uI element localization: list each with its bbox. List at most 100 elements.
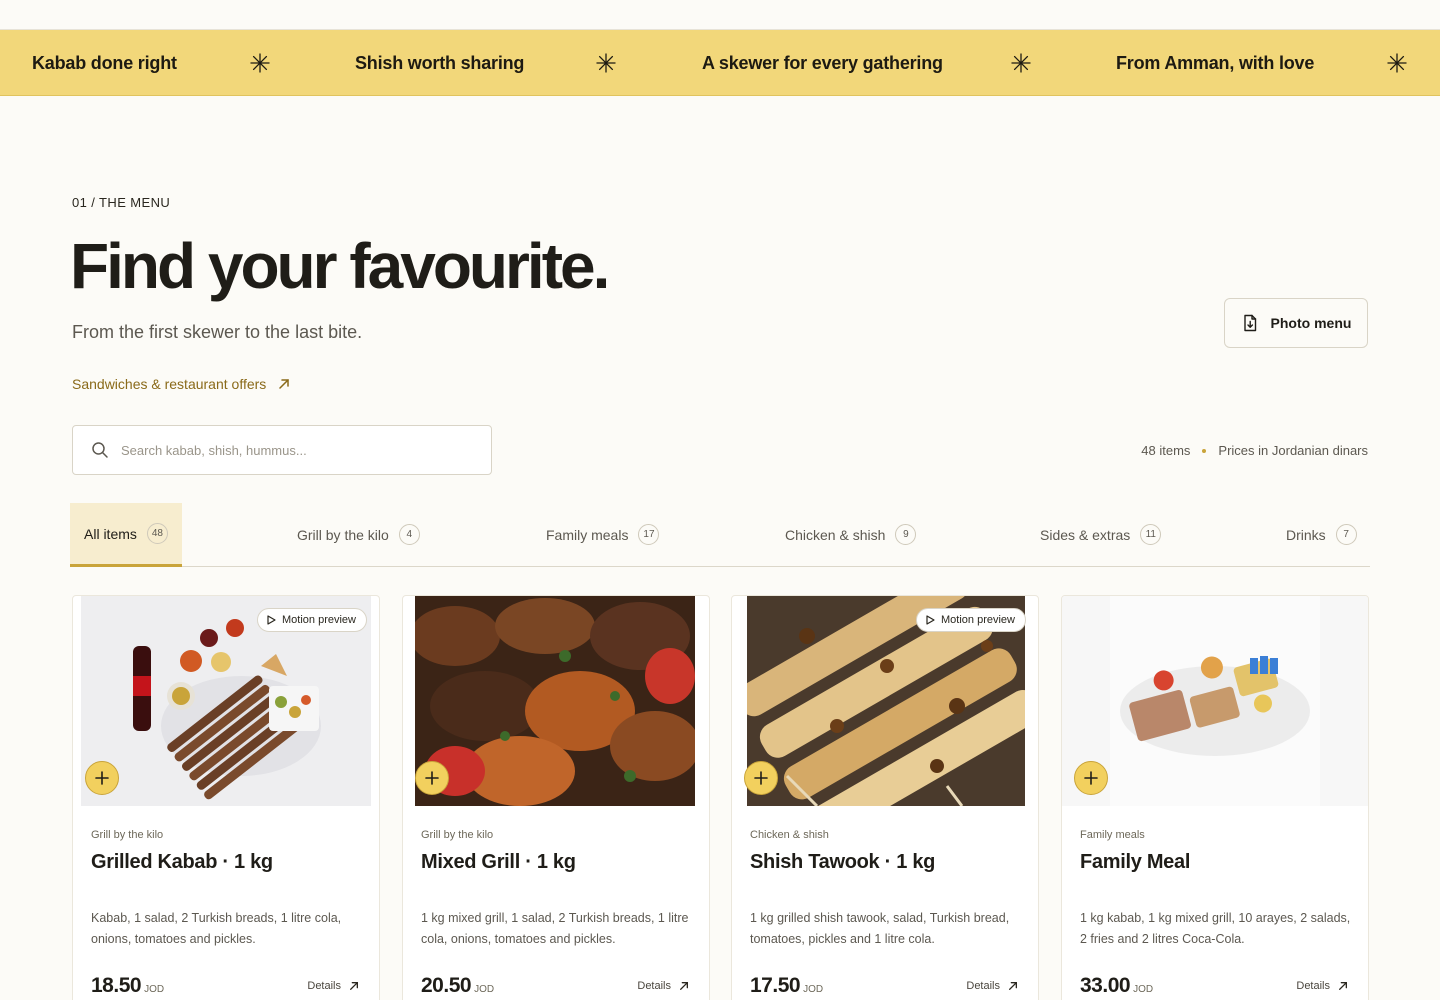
menu-card[interactable]: Motion preview Chicken & shish Shish Taw… <box>731 595 1039 1000</box>
price-value: 18.50 <box>91 974 142 997</box>
asterisk-icon <box>250 53 270 73</box>
plus-icon <box>95 771 109 785</box>
tab-label: Chicken & shish <box>785 526 886 543</box>
price-value: 20.50 <box>421 974 472 997</box>
tab-label: Sides & extras <box>1040 526 1131 543</box>
menu-card[interactable]: Grill by the kilo Mixed Grill · 1 kg 1 k… <box>402 595 710 1000</box>
arrow-up-right-icon <box>350 982 358 990</box>
tab-label: Grill by the kilo <box>297 526 389 543</box>
add-to-cart-button[interactable] <box>85 761 119 795</box>
top-header-strip <box>0 0 1440 30</box>
tab-count: 48 <box>146 523 168 544</box>
tab-label: All items <box>84 525 137 542</box>
items-count: 48 items <box>1141 443 1191 458</box>
card-price: 20.50 JOD <box>421 974 494 998</box>
tab-count: 11 <box>1140 524 1162 545</box>
price-value: 33.00 <box>1080 974 1131 997</box>
asterisk-icon <box>1011 53 1031 73</box>
card-price: 33.00 JOD <box>1080 974 1153 998</box>
price-currency: JOD <box>803 984 824 995</box>
tab-sides-extras[interactable]: Sides & extras 11 <box>1040 503 1162 566</box>
details-label: Details <box>1296 980 1330 992</box>
ticker-message: Shish worth sharing <box>355 53 525 73</box>
tab-all-items[interactable]: All items 48 <box>70 503 182 567</box>
play-icon <box>267 615 276 625</box>
card-title: Mixed Grill · 1 kg <box>421 851 576 873</box>
search-box <box>72 425 492 475</box>
photo-menu-label: Photo menu <box>1270 315 1352 331</box>
ticker-message: A skewer for every gathering <box>702 53 943 73</box>
asterisk-icon <box>596 53 616 73</box>
menu-card[interactable]: Family meals Family Meal 1 kg kabab, 1 k… <box>1061 595 1369 1000</box>
details-label: Details <box>637 980 671 992</box>
tab-count: 7 <box>1335 524 1357 545</box>
category-tabs: All items 48 Grill by the kilo 4 Family … <box>70 503 1370 567</box>
card-price: 17.50 JOD <box>750 974 823 998</box>
price-currency: JOD <box>1133 984 1154 995</box>
card-price: 18.50 JOD <box>91 974 164 998</box>
details-link[interactable]: Details <box>1296 980 1348 992</box>
add-to-cart-button[interactable] <box>744 761 778 795</box>
motion-preview-button[interactable]: Motion preview <box>257 608 367 632</box>
tab-grill-by-the-kilo[interactable]: Grill by the kilo 4 <box>297 503 420 566</box>
card-title: Family Meal <box>1080 851 1191 873</box>
document-download-icon <box>1243 314 1256 332</box>
card-category: Chicken & shish <box>750 829 829 841</box>
arrow-up-right-icon <box>1009 982 1017 990</box>
price-currency: JOD <box>474 984 495 995</box>
section-eyebrow: 01 / THE MENU <box>72 195 171 210</box>
tab-count: 9 <box>895 524 917 545</box>
plus-icon <box>1084 771 1098 785</box>
tab-count: 17 <box>638 524 660 545</box>
add-to-cart-button[interactable] <box>1074 761 1108 795</box>
food-photo <box>415 596 695 806</box>
search-input[interactable] <box>121 442 491 458</box>
tab-family-meals[interactable]: Family meals 17 <box>546 503 660 566</box>
plus-icon <box>425 771 439 785</box>
price-value: 17.50 <box>750 974 801 997</box>
card-category: Grill by the kilo <box>421 829 494 841</box>
add-to-cart-button[interactable] <box>415 761 449 795</box>
offers-link-label: Sandwiches & restaurant offers <box>72 376 267 392</box>
details-link[interactable]: Details <box>637 980 689 992</box>
tab-label: Drinks <box>1286 526 1326 543</box>
price-currency: JOD <box>144 984 165 995</box>
motion-preview-label: Motion preview <box>941 614 1015 626</box>
plus-icon <box>754 771 768 785</box>
page-subtitle: From the first skewer to the last bite. <box>72 322 363 342</box>
tab-count: 4 <box>398 524 420 545</box>
card-description: Kabab, 1 salad, 2 Turkish breads, 1 litr… <box>91 911 342 946</box>
details-label: Details <box>966 980 1000 992</box>
card-title: Shish Tawook · 1 kg <box>750 851 936 873</box>
search-icon <box>92 442 108 458</box>
tab-label: Family meals <box>546 526 629 543</box>
card-description: 1 kg kabab, 1 kg mixed grill, 10 arayes,… <box>1080 911 1351 946</box>
ticker-message: From Amman, with love <box>1116 53 1315 73</box>
card-description: 1 kg mixed grill, 1 salad, 2 Turkish bre… <box>421 911 689 946</box>
motion-preview-label: Motion preview <box>282 614 356 626</box>
details-link[interactable]: Details <box>966 980 1018 992</box>
ticker-message: Kabab done right <box>32 53 177 73</box>
tab-drinks[interactable]: Drinks 7 <box>1286 503 1357 566</box>
play-icon <box>926 615 935 625</box>
menu-card[interactable]: Motion preview Grill by the kilo Grilled… <box>72 595 380 1000</box>
card-description: 1 kg grilled shish tawook, salad, Turkis… <box>750 911 1010 946</box>
page-title: Find your favourite. <box>70 230 610 302</box>
card-category: Grill by the kilo <box>91 829 164 841</box>
menu-meta: 48 items Prices in Jordanian dinars <box>1141 443 1368 458</box>
photo-menu-button[interactable]: Photo menu <box>1224 298 1368 348</box>
asterisk-icon <box>1387 53 1407 73</box>
food-photo <box>1062 596 1368 806</box>
arrow-up-right-icon <box>680 982 688 990</box>
arrow-up-right-icon <box>279 379 290 389</box>
arrow-up-right-icon <box>1339 982 1347 990</box>
motion-preview-button[interactable]: Motion preview <box>916 608 1026 632</box>
details-link[interactable]: Details <box>307 980 359 992</box>
card-category: Family meals <box>1080 829 1145 841</box>
separator-dot <box>1202 448 1207 453</box>
card-title: Grilled Kabab · 1 kg <box>91 851 273 873</box>
details-label: Details <box>307 980 341 992</box>
prices-note: Prices in Jordanian dinars <box>1218 443 1368 458</box>
tab-chicken-shish[interactable]: Chicken & shish 9 <box>785 503 917 566</box>
offers-link[interactable]: Sandwiches & restaurant offers <box>72 376 290 392</box>
